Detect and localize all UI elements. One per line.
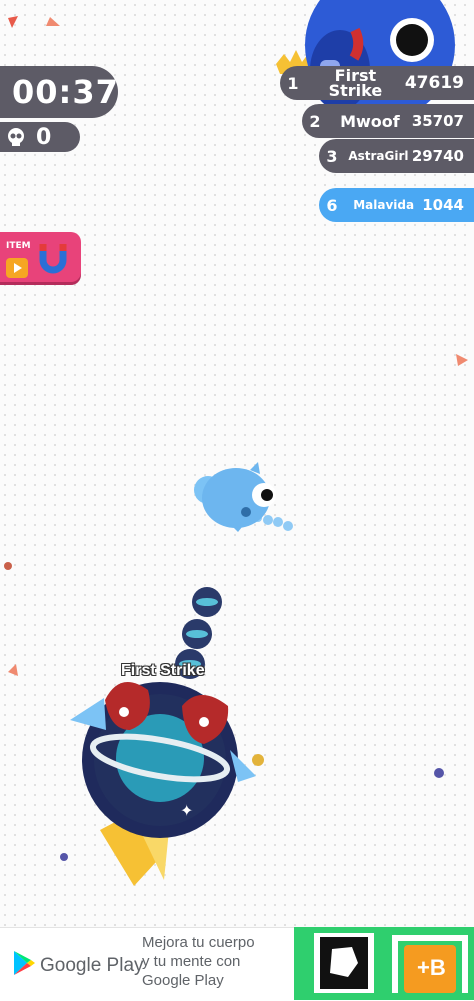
google-play-icon [14, 951, 35, 975]
ad-brand: Google Play [40, 955, 144, 976]
leaderboard-row: 3 AstraGirl 29740 [319, 139, 474, 173]
ad-app-badge: +B [417, 955, 446, 980]
ad-line: y tu mente con [142, 953, 241, 970]
kill-counter: 0 [0, 122, 80, 152]
leaderboard-rank: 2 [309, 111, 321, 131]
enemy-creature-planet: ✦ [70, 587, 256, 886]
leaderboard-score: 47619 [404, 73, 464, 93]
skull-icon [8, 128, 24, 146]
leaderboard-name: Malavida [353, 197, 415, 212]
svg-text:✦: ✦ [180, 801, 193, 820]
magnet-icon [39, 244, 67, 274]
kill-count: 0 [36, 124, 52, 150]
leaderboard-score: 29740 [411, 147, 464, 165]
player-nickname: First Strike [121, 662, 205, 679]
food-triangle [8, 16, 18, 28]
leaderboard-rank: 6 [326, 195, 338, 215]
leaderboard-name: Mwoof [340, 111, 400, 131]
leaderboard-row: 1 First Strike 47619 [280, 66, 474, 100]
food-dot [434, 768, 444, 778]
player-creature [194, 462, 293, 532]
timer-text: 00:37 [12, 73, 119, 111]
food-dot [4, 562, 12, 570]
leaderboard-rank: 3 [326, 146, 338, 166]
leaderboard-rank: 1 [287, 73, 299, 93]
food-triangle [46, 17, 60, 26]
ad-line: Mejora tu cuerpo [142, 934, 255, 951]
leaderboard-score: 35707 [411, 112, 464, 130]
food-triangle [8, 664, 18, 676]
ad-line: Google Play [142, 972, 224, 989]
play-ad-icon[interactable] [6, 258, 28, 278]
enemy-creature-top [276, 0, 455, 120]
ad-copy: Mejora tu cuerpo y tu mente con Google P… [142, 933, 255, 990]
item-label: ITEM [6, 241, 31, 251]
leaderboard-row: 2 Mwoof 35707 [302, 104, 474, 138]
food-triangle [456, 354, 468, 366]
leaderboard-name: First Strike [328, 66, 383, 100]
leaderboard-score: 1044 [422, 196, 464, 214]
match-timer: 00:37 [0, 66, 118, 118]
leaderboard-row-self: 6 Malavida 1044 [319, 188, 474, 222]
ad-app-image [294, 927, 474, 1000]
leaderboard-name: AstraGirl [348, 148, 409, 163]
